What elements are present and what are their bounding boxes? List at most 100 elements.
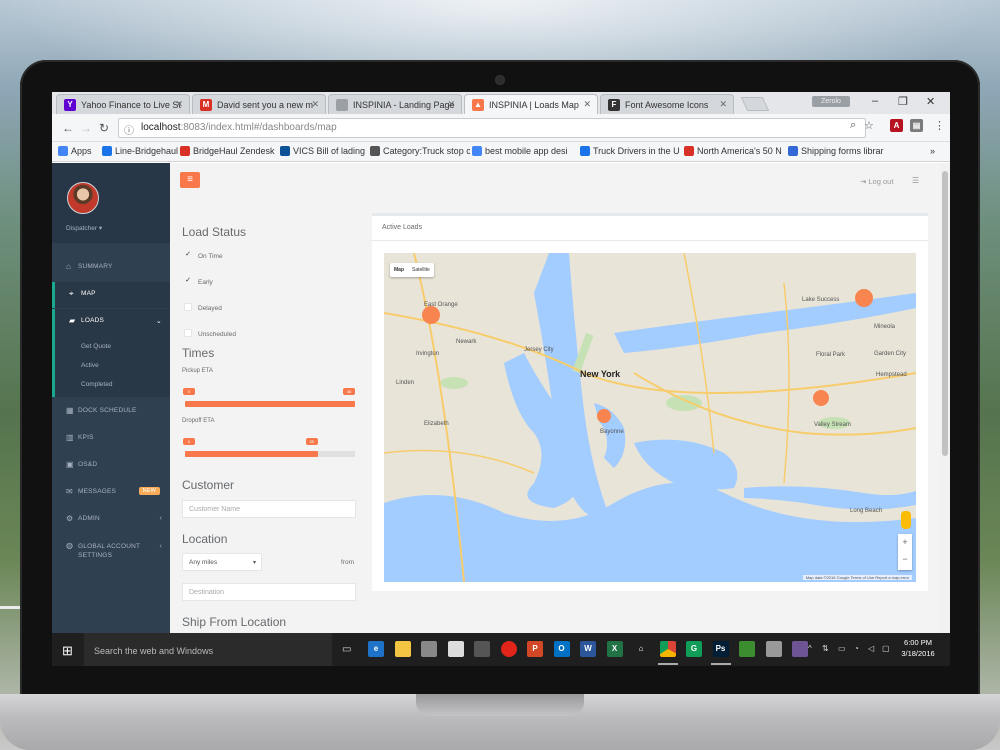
sidebar-item[interactable]: ⌂ SUMMARY [52, 255, 170, 281]
extension-icon[interactable]: ▤ [910, 119, 923, 132]
restore-icon[interactable]: ❐ [898, 95, 908, 108]
submenu-item[interactable]: Get Quote [81, 343, 111, 350]
user-menu[interactable]: Dispatcher ▾ [66, 224, 102, 232]
bookmark-item[interactable]: North America's 50 N [684, 146, 782, 156]
bookmark-item[interactable]: Apps [58, 146, 92, 156]
dropoff-max-handle[interactable]: 35 [305, 438, 318, 445]
close-tab-icon[interactable]: ✕ [175, 99, 183, 110]
task-view-icon[interactable]: ▭ [342, 644, 351, 655]
outlook-icon[interactable]: O [553, 641, 570, 657]
profile-button[interactable]: Zerolo [812, 96, 850, 107]
acrobat-extension-icon[interactable]: A [890, 119, 903, 132]
submenu-item[interactable]: Active [81, 362, 99, 369]
status-checkbox[interactable]: ✓ Early [184, 277, 213, 286]
customer-name-input[interactable]: Customer Name [182, 500, 356, 518]
submenu-item[interactable]: Completed [81, 381, 112, 388]
store-icon[interactable] [421, 641, 437, 657]
close-tab-icon[interactable]: ✕ [583, 99, 591, 110]
browser-tab[interactable]: ▲ INSPINIA | Loads Map ✕ [464, 94, 598, 114]
sidebar-item[interactable]: ▣ OS&D [52, 453, 170, 479]
photoshop-icon[interactable]: Ps [712, 641, 729, 657]
bookmark-item[interactable]: Category:Truck stop c [370, 146, 470, 156]
tray-chevron-icon[interactable]: ^ [808, 644, 812, 653]
sidebar-item[interactable]: ▥ KPIs [52, 426, 170, 452]
pickup-eta-slider[interactable] [185, 401, 355, 407]
chrome-icon[interactable] [659, 641, 676, 657]
zoom-out-button[interactable]: − [898, 551, 912, 568]
checkbox-box[interactable]: ✓ [184, 251, 192, 259]
excel-icon[interactable]: X [606, 641, 623, 657]
tools-icon[interactable] [474, 641, 490, 657]
bookmark-item[interactable]: best mobile app desi [472, 146, 568, 156]
bookmark-item[interactable]: BridgeHaul Zendesk [180, 146, 275, 156]
avatar[interactable] [67, 182, 99, 214]
word-icon[interactable]: W [580, 641, 596, 657]
bookmark-item[interactable]: Truck Drivers in the U [580, 146, 680, 156]
browser-tab[interactable]: INSPINIA - Landing Page ✕ [328, 94, 462, 114]
browser-tab[interactable]: Y Yahoo Finance to Live St ✕ [56, 94, 190, 114]
cloud-icon[interactable] [500, 641, 517, 657]
page-info-icon[interactable]: ⓘ [124, 122, 134, 137]
logout-link[interactable]: ⇥ Log out [860, 177, 893, 186]
checkbox-box[interactable] [184, 329, 192, 337]
map-type-map[interactable]: Map [390, 263, 408, 277]
home-app-icon[interactable]: ⌂ [633, 641, 649, 657]
tray-notification-icon[interactable]: ▢ [882, 644, 890, 653]
tray-network-icon[interactable]: ⇅ [822, 644, 829, 653]
right-sidebar-toggle-icon[interactable]: ☰ [912, 176, 919, 185]
sidebar-item[interactable]: ⚙ ADMIN ‹ [52, 507, 170, 533]
load-marker[interactable] [855, 289, 873, 307]
map-type-satellite[interactable]: Satellite [408, 263, 434, 277]
status-checkbox[interactable]: Delayed [184, 303, 222, 312]
taskbar-clock[interactable]: 6:00 PM 3/18/2016 [898, 637, 938, 659]
powerpoint-icon[interactable]: P [527, 641, 543, 657]
green-app-icon[interactable]: G [686, 641, 702, 657]
sidebar-item[interactable]: ✉ MESSAGES NEW [52, 480, 170, 506]
reload-icon[interactable]: ↻ [99, 121, 109, 135]
sidebar-item[interactable]: ◍ GLOBAL ACCOUNT SETTINGS ‹ [52, 534, 170, 564]
more-bookmarks-icon[interactable]: » [930, 146, 935, 156]
browser-tab[interactable]: M David sent you a new m ✕ [192, 94, 326, 114]
taskbar-search[interactable]: Search the web and Windows [84, 633, 332, 666]
edge-icon[interactable]: e [368, 641, 384, 657]
pickup-max-handle[interactable]: 48 [343, 388, 355, 395]
sidebar-item[interactable]: ⌖ MAP [52, 282, 170, 308]
load-marker[interactable] [597, 409, 611, 423]
sidebar-item[interactable]: ▰ LOADS ⌄ [52, 309, 170, 335]
checkbox-box[interactable]: ✓ [184, 277, 192, 285]
close-window-icon[interactable]: ✕ [926, 95, 935, 108]
status-checkbox[interactable]: Unscheduled [184, 329, 236, 338]
dropoff-min-handle[interactable]: 0 [183, 438, 195, 445]
close-tab-icon[interactable]: ✕ [311, 99, 319, 110]
folder-icon[interactable] [394, 641, 411, 657]
street-view-pegman-icon[interactable] [901, 511, 911, 529]
load-marker[interactable] [422, 306, 440, 324]
github-icon[interactable] [792, 641, 808, 657]
scrollbar-thumb[interactable] [942, 171, 948, 456]
status-checkbox[interactable]: ✓ On Time [184, 251, 223, 260]
close-tab-icon[interactable]: ✕ [447, 99, 455, 110]
pickup-min-handle[interactable]: 0 [183, 388, 195, 395]
bookmark-item[interactable]: Line-Bridgehaul [102, 146, 178, 156]
dropoff-eta-slider[interactable] [185, 451, 355, 457]
minimize-icon[interactable]: – [872, 95, 878, 107]
tray-wifi-icon[interactable]: ◔ [854, 644, 859, 653]
address-bar[interactable]: ⓘ localhost:8083/index.html#/dashboards/… [118, 118, 866, 138]
zoom-in-button[interactable]: + [898, 534, 912, 551]
sidebar-item[interactable]: ▦ DOCK SCHEDULE [52, 399, 170, 425]
browser-tab[interactable]: F Font Awesome Icons ✕ [600, 94, 734, 114]
destination-input[interactable]: Destination [182, 583, 356, 601]
tray-volume-icon[interactable]: ◁ [868, 644, 874, 653]
file-icon[interactable] [447, 641, 464, 657]
loads-map[interactable]: Map Satellite New York Jersey City Newark Ea… [384, 253, 916, 582]
bookmark-star-icon[interactable]: ☆ [864, 119, 874, 132]
bookmark-item[interactable]: Shipping forms librar [788, 146, 884, 156]
windows-start-icon[interactable]: ⊞ [62, 643, 73, 659]
bookmark-item[interactable]: VICS Bill of lading [280, 146, 365, 156]
forward-icon[interactable]: → [80, 121, 92, 135]
photo-icon[interactable] [765, 641, 782, 657]
tray-battery-icon[interactable]: ▭ [838, 644, 846, 653]
back-icon[interactable]: ← [62, 121, 74, 135]
chrome-menu-icon[interactable]: ⋮ [934, 119, 945, 132]
notepad-icon[interactable] [739, 641, 755, 657]
